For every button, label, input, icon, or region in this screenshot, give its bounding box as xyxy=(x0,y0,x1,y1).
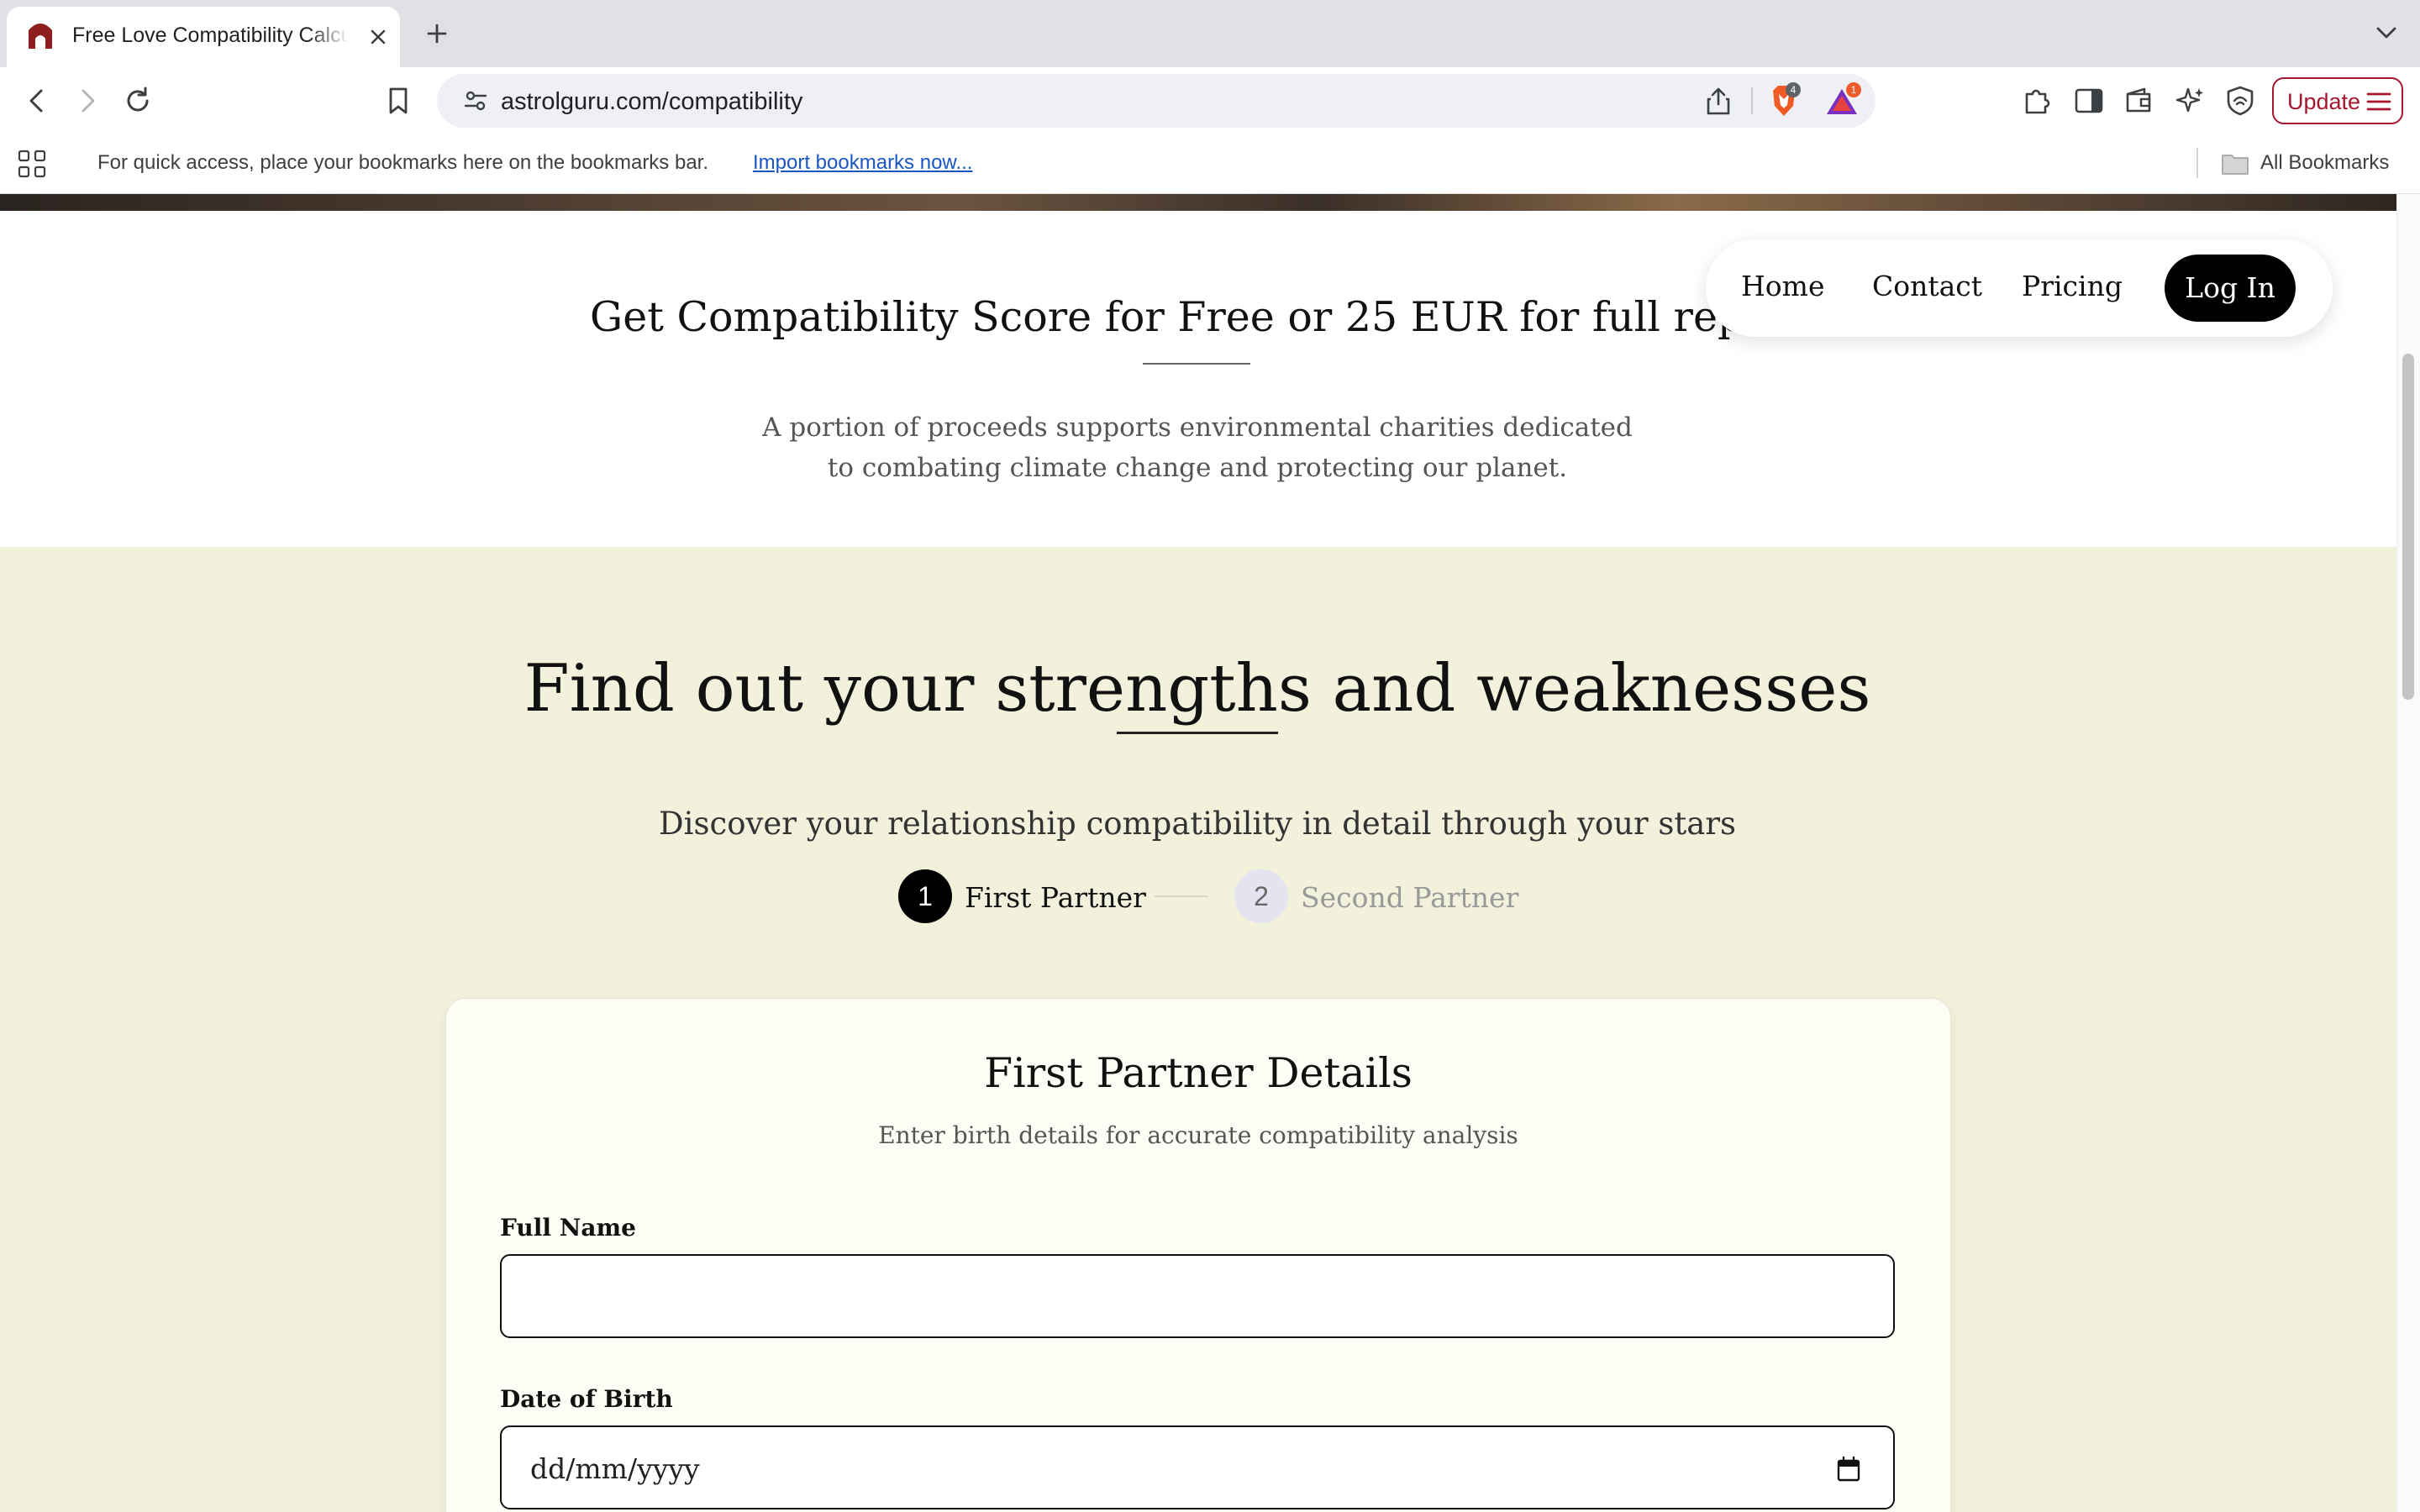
tab-strip: Free Love Compatibility Calculator xyxy=(0,0,2420,67)
login-label: Log In xyxy=(2185,271,2275,304)
brave-shields-count: 4 xyxy=(1791,84,1797,96)
vpn-shield-icon[interactable] xyxy=(2223,84,2257,118)
sidebar-toggle-icon[interactable] xyxy=(2072,84,2106,118)
astrolguru-favicon-icon xyxy=(29,24,52,49)
login-button[interactable]: Log In xyxy=(2165,255,2296,322)
bookmarks-hint: For quick access, place your bookmarks h… xyxy=(97,151,709,174)
partner-details-card: First Partner Details Enter birth detail… xyxy=(445,998,1951,1512)
back-arrow-icon[interactable] xyxy=(18,82,55,119)
address-bar-divider xyxy=(1751,87,1753,114)
update-label: Update xyxy=(2287,89,2361,114)
date-of-birth-placeholder: dd/mm/yyyy xyxy=(530,1452,700,1485)
folder-icon xyxy=(2222,155,2249,175)
step-1-label[interactable]: First Partner xyxy=(965,881,1146,914)
full-name-input[interactable] xyxy=(500,1254,1895,1338)
nav-pricing-link[interactable]: Pricing xyxy=(2022,270,2123,302)
wallet-icon[interactable] xyxy=(2123,84,2156,118)
import-bookmarks-link[interactable]: Import bookmarks now... xyxy=(753,151,972,175)
apps-grid-icon[interactable] xyxy=(17,149,47,179)
scrollbar-thumb[interactable] xyxy=(2402,354,2414,700)
hero-image-edge xyxy=(0,194,2396,211)
page-scrollbar[interactable] xyxy=(2396,194,2420,1512)
date-of-birth-label: Date of Birth xyxy=(500,1385,673,1413)
hamburger-menu-icon xyxy=(2366,92,2391,111)
rewards-count: 1 xyxy=(1851,84,1857,96)
step-connector xyxy=(1155,895,1208,897)
extensions-puzzle-icon[interactable] xyxy=(2020,84,2054,118)
step-2-indicator[interactable]: 2 xyxy=(1234,869,1288,923)
promo-subtitle: A portion of proceeds supports environme… xyxy=(714,407,1681,488)
form-title: First Partner Details xyxy=(984,1049,1413,1097)
tab-search-chevron-down-icon[interactable] xyxy=(2370,18,2403,49)
nav-home-link[interactable]: Home xyxy=(1741,270,1824,302)
bookmark-icon[interactable] xyxy=(380,82,417,119)
bookmarks-bar: For quick access, place your bookmarks h… xyxy=(0,134,2420,194)
bookmarks-divider xyxy=(2196,148,2198,178)
promo-divider xyxy=(1143,363,1250,365)
brave-rewards-icon[interactable]: 1 xyxy=(1825,82,1862,119)
date-of-birth-input[interactable]: dd/mm/yyyy xyxy=(500,1425,1895,1509)
full-name-label: Full Name xyxy=(500,1214,636,1242)
promo-subtitle-line-2: to combating climate change and protecti… xyxy=(827,453,1568,483)
promo-subtitle-line-1: A portion of proceeds supports environme… xyxy=(762,412,1633,443)
update-button[interactable]: Update xyxy=(2272,77,2403,124)
browser-toolbar: astrolguru.com/compatibility 4 1 Update xyxy=(0,67,2420,134)
calendar-icon[interactable] xyxy=(1836,1456,1861,1483)
browser-tab[interactable]: Free Love Compatibility Calculator xyxy=(7,7,400,67)
all-bookmarks-button[interactable]: All Bookmarks xyxy=(2260,151,2389,175)
step-1-number: 1 xyxy=(918,881,933,911)
new-tab-plus-icon[interactable] xyxy=(420,17,454,50)
hero-subtitle: Discover your relationship compatibility… xyxy=(659,806,1736,842)
forward-arrow-icon[interactable] xyxy=(69,82,106,119)
address-bar[interactable]: astrolguru.com/compatibility 4 1 xyxy=(437,74,1876,128)
brave-shields-icon[interactable]: 4 xyxy=(1766,82,1802,119)
promo-section: Get Compatibility Score for Free or 25 E… xyxy=(0,211,2396,547)
tab-title: Free Love Compatibility Calculator xyxy=(72,24,350,47)
form-subtitle: Enter birth details for accurate compati… xyxy=(878,1121,1518,1149)
nav-contact-link[interactable]: Contact xyxy=(1872,270,1982,302)
hero-divider xyxy=(1117,732,1278,734)
page-viewport: Get Compatibility Score for Free or 25 E… xyxy=(0,194,2396,1512)
close-tab-icon[interactable] xyxy=(363,22,393,52)
reload-icon[interactable] xyxy=(119,82,156,119)
site-settings-icon[interactable] xyxy=(462,87,489,114)
url-text[interactable]: astrolguru.com/compatibility xyxy=(501,88,802,116)
hero-title: Find out your strengths and weaknesses xyxy=(523,651,1871,727)
leo-ai-sparkle-icon[interactable] xyxy=(2173,84,2207,118)
step-2-label[interactable]: Second Partner xyxy=(1301,881,1518,914)
share-icon[interactable] xyxy=(1704,86,1733,116)
top-navigation: Home Contact Pricing Log In xyxy=(1706,239,2333,337)
step-1-indicator[interactable]: 1 xyxy=(898,869,952,923)
step-2-number: 2 xyxy=(1254,881,1269,911)
compatibility-section: Find out your strengths and weaknesses D… xyxy=(0,547,2396,1512)
